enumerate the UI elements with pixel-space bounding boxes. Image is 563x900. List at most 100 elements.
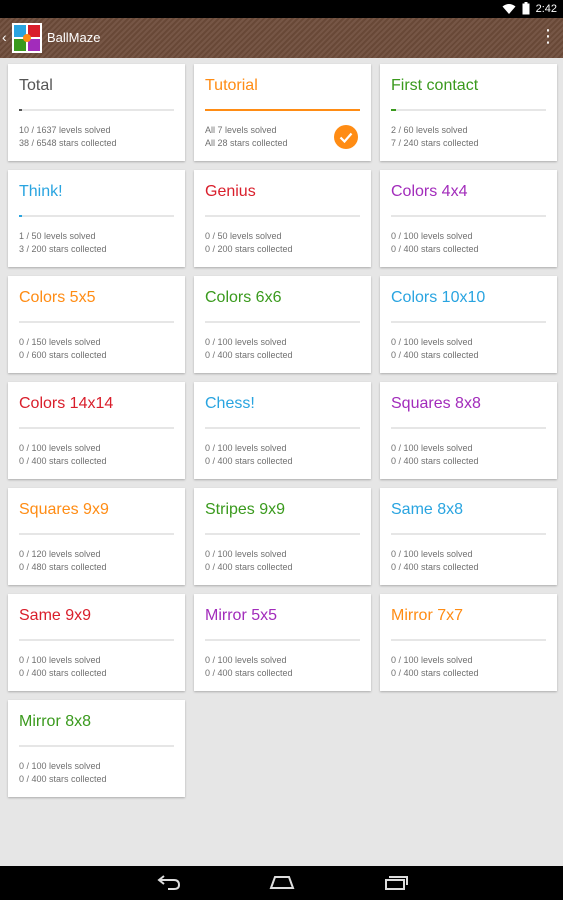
progress-bar [391,109,546,111]
progress-bar [391,533,546,535]
wifi-icon [502,3,516,14]
level-pack-name: Squares 8x8 [391,395,481,412]
clock: 2:42 [535,2,557,15]
level-pack-card[interactable]: Colors 5x5 0 / 150 levels solved 0 / 600 s… [8,276,185,373]
stars-collected-text: 0 / 400 stars collected [205,456,293,466]
level-pack-name: Colors 14x14 [19,395,114,412]
levels-solved-text: 10 / 1637 levels solved [19,125,111,135]
levels-solved-text: 0 / 100 levels solved [205,443,287,453]
levels-solved-text: 2 / 60 levels solved [391,125,468,135]
progress-bar [391,321,546,323]
levels-solved-text: 0 / 100 levels solved [19,655,101,665]
level-pack-card[interactable]: Same 8x8 0 / 100 levels solved 0 / 400 sta… [380,488,557,585]
level-pack-card[interactable]: Stripes 9x9 0 / 100 levels solved 0 / 400 … [194,488,371,585]
status-bar: 2:42 [0,0,563,18]
level-pack-name: Stripes 9x9 [205,501,286,518]
overflow-menu-icon[interactable]: ⋮ [539,27,557,45]
level-pack-name: Think! [19,183,63,200]
progress-bar [205,427,360,429]
level-pack-card[interactable]: Colors 6x6 0 / 100 levels solved 0 / 400 s… [194,276,371,373]
level-pack-name: Total [19,77,53,94]
levels-solved-text: 0 / 100 levels solved [391,443,473,453]
level-pack-name: Squares 9x9 [19,501,109,518]
progress-fill [205,109,360,111]
levels-solved-text: 1 / 50 levels solved [19,231,96,241]
levels-solved-text: 0 / 100 levels solved [205,549,287,559]
level-pack-card[interactable]: Same 9x9 0 / 100 levels solved 0 / 400 sta… [8,594,185,691]
progress-bar [391,215,546,217]
level-pack-card[interactable]: Genius 0 / 50 levels solved 0 / 200 stars … [194,170,371,267]
back-chevron-icon[interactable]: ‹ [2,29,7,45]
ballmaze-logo-icon[interactable] [12,23,42,53]
level-pack-name: Mirror 5x5 [205,607,278,624]
nav-recents-icon[interactable] [384,874,410,890]
progress-bar [205,109,360,111]
app-title: BallMaze [47,30,101,45]
progress-bar [19,745,174,747]
level-pack-name: Colors 6x6 [205,289,282,306]
stars-collected-text: 3 / 200 stars collected [19,244,107,254]
levels-solved-text: 0 / 100 levels solved [205,337,287,347]
levels-solved-text: 0 / 100 levels solved [391,549,473,559]
level-pack-name: Genius [205,183,256,200]
level-pack-card[interactable]: Colors 10x10 0 / 100 levels solved 0 / 400… [380,276,557,373]
level-pack-name: First contact [391,77,479,94]
levels-solved-text: 0 / 120 levels solved [19,549,101,559]
stars-collected-text: 0 / 400 stars collected [391,668,479,678]
stars-collected-text: 0 / 400 stars collected [391,456,479,466]
level-pack-grid: Total 10 / 1637 levels solved 38 / 6548 st… [8,64,557,797]
levels-solved-text: 0 / 100 levels solved [391,231,473,241]
level-pack-name: Chess! [205,395,255,412]
level-pack-card[interactable]: Tutorial All 7 levels solved All 28 stars … [194,64,371,161]
completed-check-icon [334,125,358,149]
level-pack-card[interactable]: Colors 14x14 0 / 100 levels solved 0 / 400… [8,382,185,479]
progress-bar [391,639,546,641]
stars-collected-text: 0 / 400 stars collected [205,562,293,572]
progress-fill [19,215,23,217]
stars-collected-text: 0 / 400 stars collected [391,562,479,572]
level-pack-card[interactable]: Mirror 8x8 0 / 100 levels solved 0 / 400 s… [8,700,185,797]
levels-solved-text: 0 / 50 levels solved [205,231,282,241]
level-pack-name: Colors 5x5 [19,289,96,306]
progress-bar [19,215,174,217]
levels-solved-text: 0 / 100 levels solved [391,337,473,347]
nav-back-icon[interactable] [157,874,181,890]
level-pack-name: Mirror 7x7 [391,607,464,624]
level-pack-card[interactable]: Colors 4x4 0 / 100 levels solved 0 / 400 s… [380,170,557,267]
level-pack-card[interactable]: Total 10 / 1637 levels solved 38 / 6548 st… [8,64,185,161]
stars-collected-text: 0 / 400 stars collected [205,668,293,678]
level-pack-card[interactable]: Mirror 7x7 0 / 100 levels solved 0 / 400 s… [380,594,557,691]
stars-collected-text: 0 / 480 stars collected [19,562,107,572]
level-pack-name: Colors 4x4 [391,183,468,200]
nav-home-icon[interactable] [269,874,295,890]
levels-solved-text: All 7 levels solved [205,125,277,135]
progress-bar [391,427,546,429]
level-pack-card[interactable]: Squares 9x9 0 / 120 levels solved 0 / 480 … [8,488,185,585]
levels-solved-text: 0 / 100 levels solved [19,443,101,453]
progress-fill [19,109,22,111]
level-pack-name: Same 9x9 [19,607,92,624]
level-pack-card[interactable]: First contact 2 / 60 levels solved 7 / 240… [380,64,557,161]
level-pack-card[interactable]: Mirror 5x5 0 / 100 levels solved 0 / 400 s… [194,594,371,691]
stars-collected-text: 0 / 400 stars collected [19,456,107,466]
level-pack-name: Mirror 8x8 [19,713,92,730]
level-pack-card[interactable]: Squares 8x8 0 / 100 levels solved 0 / 400 … [380,382,557,479]
stars-collected-text: 7 / 240 stars collected [391,138,479,148]
level-pack-name: Same 8x8 [391,501,464,518]
progress-bar [19,533,174,535]
progress-bar [205,533,360,535]
stars-collected-text: 0 / 600 stars collected [19,350,107,360]
status-icons: 2:42 [502,2,557,15]
level-pack-card[interactable]: Think! 1 / 50 levels solved 3 / 200 stars … [8,170,185,267]
battery-icon [522,2,530,15]
progress-fill [391,109,397,111]
stars-collected-text: 0 / 400 stars collected [19,668,107,678]
levels-solved-text: 0 / 100 levels solved [391,655,473,665]
progress-bar [19,109,174,111]
stars-collected-text: 0 / 200 stars collected [205,244,293,254]
level-pack-card[interactable]: Chess! 0 / 100 levels solved 0 / 400 stars… [194,382,371,479]
progress-bar [19,427,174,429]
level-pack-name: Colors 10x10 [391,289,486,306]
progress-bar [205,215,360,217]
navigation-bar [0,866,563,900]
